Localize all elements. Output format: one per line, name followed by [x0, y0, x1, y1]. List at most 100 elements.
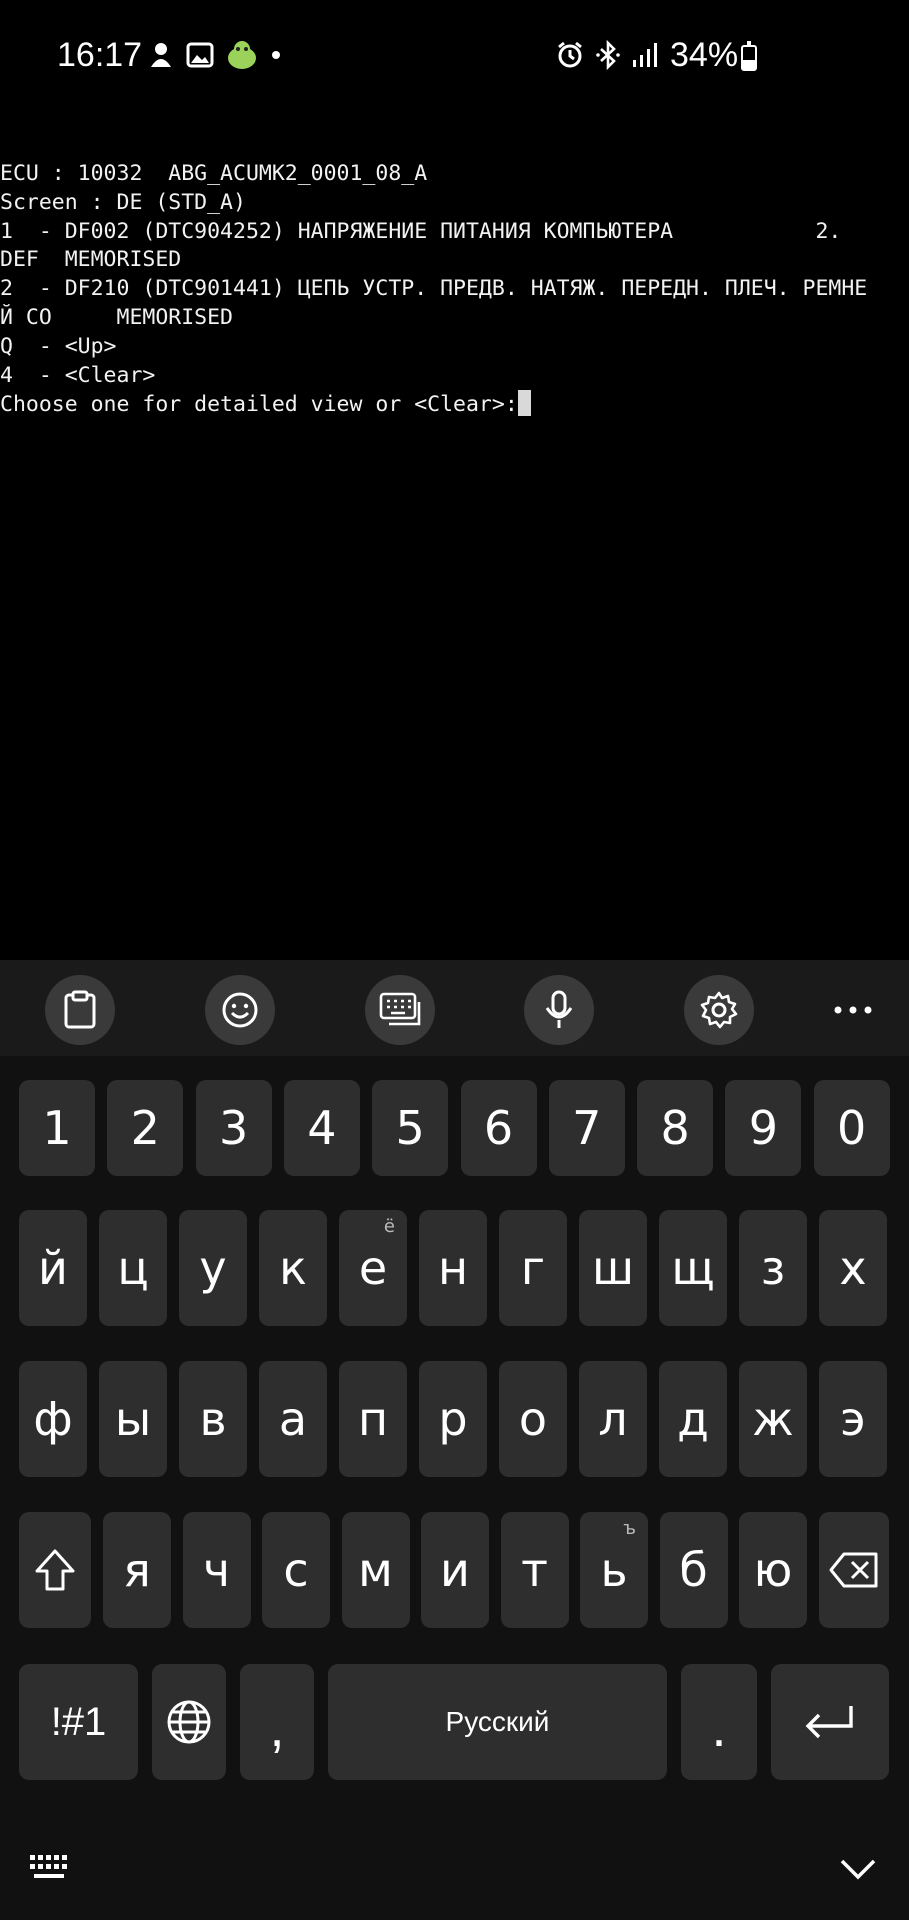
key-label: р: [438, 1392, 468, 1446]
key-label: 4: [307, 1101, 337, 1155]
letter-key[interactable]: н: [419, 1210, 487, 1326]
letter-key[interactable]: х: [819, 1210, 887, 1326]
terminal-line: DEF MEMORISED: [0, 246, 909, 275]
letter-key[interactable]: л: [579, 1361, 647, 1477]
terminal-line-text: 1 - DF002 (DTC904252) НАПРЯЖЕНИЕ ПИТАНИЯ…: [0, 218, 842, 244]
letter-key[interactable]: о: [499, 1361, 567, 1477]
key-label: в: [199, 1392, 227, 1446]
letter-key[interactable]: и: [421, 1512, 489, 1628]
letter-key[interactable]: с: [262, 1512, 330, 1628]
letter-key[interactable]: б: [659, 1512, 728, 1628]
key-label: о: [518, 1392, 548, 1446]
number-key[interactable]: 8: [637, 1080, 714, 1176]
dot-icon: [272, 51, 280, 59]
letter-key[interactable]: р: [419, 1361, 487, 1477]
key-label: х: [839, 1241, 867, 1295]
more-options-button[interactable]: [818, 975, 888, 1045]
enter-key[interactable]: [771, 1664, 889, 1780]
key-label: 8: [660, 1101, 690, 1155]
backspace-key[interactable]: [819, 1512, 889, 1628]
letter-key[interactable]: т: [500, 1512, 569, 1628]
alarm-icon: [558, 41, 582, 68]
settings-icon: [700, 991, 738, 1029]
letter-key[interactable]: щ: [659, 1210, 727, 1326]
number-key[interactable]: 9: [725, 1080, 802, 1176]
letter-key[interactable]: м: [341, 1512, 410, 1628]
on-screen-keyboard: 1234567 890 йцукеёнгшщзх фывапролджэ ячсмить…: [0, 960, 909, 1920]
emoji-button[interactable]: [205, 975, 275, 1045]
key-alt-label: ъ: [623, 1518, 636, 1539]
language-key[interactable]: [152, 1664, 226, 1780]
letter-key[interactable]: ш: [579, 1210, 647, 1326]
key-label: л: [598, 1392, 628, 1446]
status-time: 16:17: [57, 36, 143, 74]
more-icon: [834, 1006, 872, 1014]
key-label: ю: [753, 1543, 793, 1597]
letter-key[interactable]: её: [339, 1210, 407, 1326]
letter-key[interactable]: в: [179, 1361, 247, 1477]
letter-key[interactable]: ч: [182, 1512, 251, 1628]
keyboard-mode-button[interactable]: [365, 975, 435, 1045]
letter-key[interactable]: й: [19, 1210, 87, 1326]
letter-key[interactable]: э: [819, 1361, 887, 1477]
number-key[interactable]: 5: [372, 1080, 449, 1176]
letter-key[interactable]: д: [659, 1361, 727, 1477]
battery-icon: [741, 41, 757, 71]
period-key[interactable]: .: [681, 1664, 757, 1780]
globe-icon: [167, 1700, 211, 1744]
keyboard-settings-button[interactable]: [684, 975, 754, 1045]
letter-key[interactable]: ц: [99, 1210, 167, 1326]
terminal-line-text: 2 - DF210 (DTC901441) ЦЕПЬ УСТР. ПРЕДВ. …: [0, 276, 868, 302]
number-key[interactable]: 1: [19, 1080, 95, 1176]
letter-key[interactable]: к: [259, 1210, 327, 1326]
shift-key[interactable]: [19, 1512, 91, 1628]
letter-key[interactable]: г: [499, 1210, 567, 1326]
letter-key[interactable]: ьъ: [580, 1512, 648, 1628]
key-label: у: [199, 1241, 227, 1295]
clipboard-button[interactable]: [45, 975, 115, 1045]
microphone-icon: [545, 990, 573, 1028]
number-key[interactable]: 4: [283, 1080, 360, 1176]
letter-key[interactable]: ж: [739, 1361, 807, 1477]
number-key[interactable]: 0: [813, 1080, 890, 1176]
key-label: н: [437, 1241, 469, 1295]
key-label: 7: [572, 1101, 602, 1155]
letter-key[interactable]: з: [739, 1210, 807, 1326]
key-label: ш: [591, 1241, 635, 1295]
key-label: д: [677, 1392, 709, 1446]
backspace-icon: [829, 1552, 878, 1588]
number-key[interactable]: 3: [195, 1080, 272, 1176]
letter-key[interactable]: ы: [99, 1361, 167, 1477]
key-label: с: [283, 1543, 309, 1597]
keyboard-mode-icon: [379, 992, 421, 1026]
letter-key[interactable]: я: [103, 1512, 171, 1628]
space-key[interactable]: Русский: [328, 1664, 667, 1780]
key-label: ц: [117, 1241, 149, 1295]
hide-keyboard-button[interactable]: [838, 1857, 878, 1886]
keyboard-switch-button[interactable]: [28, 1853, 74, 1888]
text-cursor: [517, 390, 531, 417]
number-key[interactable]: 7: [548, 1080, 625, 1176]
key-label: ф: [33, 1392, 73, 1446]
letter-key[interactable]: п: [339, 1361, 407, 1477]
number-key[interactable]: 2: [107, 1080, 184, 1176]
clipboard-icon: [64, 990, 96, 1029]
terminal-line-text: 4 - <Clear>: [0, 362, 156, 388]
comma-key[interactable]: ,: [240, 1664, 314, 1780]
letter-key[interactable]: а: [259, 1361, 327, 1477]
keyboard-bottom-bar: [0, 1815, 909, 1920]
terminal-output[interactable]: ECU : 10032 ABG_ACUMK2_0001_08_A Screen :…: [0, 160, 909, 419]
letter-key[interactable]: ф: [19, 1361, 87, 1477]
android-badge-icon: [228, 41, 256, 69]
letter-key[interactable]: ю: [739, 1512, 807, 1628]
voice-input-button[interactable]: [524, 975, 594, 1045]
key-label: ы: [114, 1392, 152, 1446]
key-label: ж: [752, 1392, 794, 1446]
terminal-line-text: ECU : 10032 ABG_ACUMK2_0001_08_A: [0, 161, 428, 186]
key-label: м: [358, 1543, 393, 1597]
symbols-key[interactable]: !#1: [19, 1664, 138, 1780]
bluetooth-icon: [596, 40, 620, 70]
letter-key[interactable]: у: [179, 1210, 247, 1326]
system-icons: [555, 40, 661, 70]
number-key[interactable]: 6: [460, 1080, 537, 1176]
